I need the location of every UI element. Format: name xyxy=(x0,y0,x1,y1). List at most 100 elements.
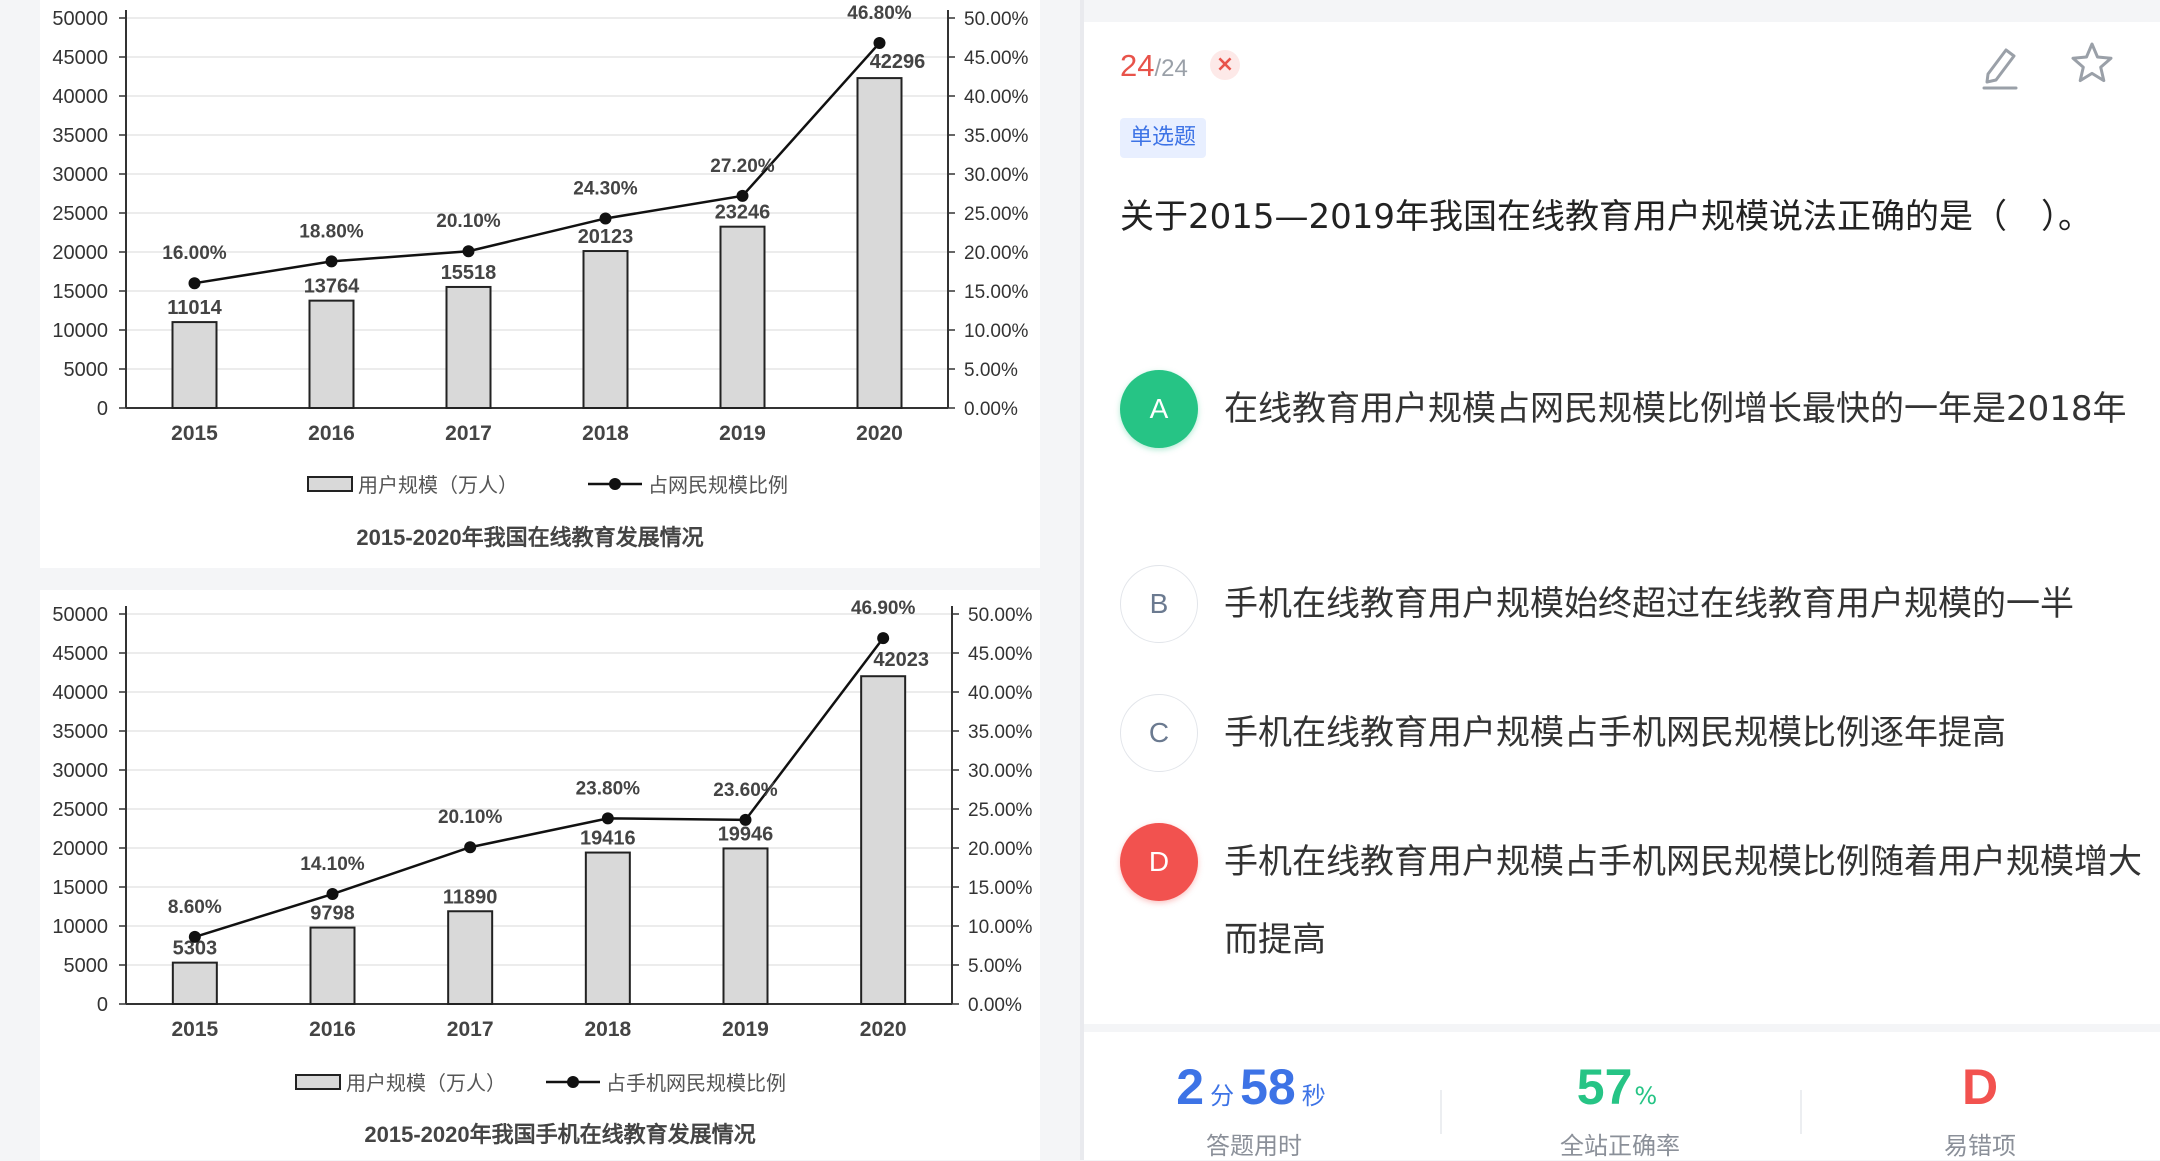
option-a[interactable]: A 在线教育用户规模占网民规模比例增长最快的一年是2018年 xyxy=(1120,370,2140,526)
top-gap xyxy=(1084,0,2160,22)
line-point xyxy=(464,841,477,854)
stat-accuracy-unit: % xyxy=(1634,1082,1658,1110)
right-axis-tick-label: 20.00% xyxy=(964,243,1029,264)
right-axis-tick-label: 0.00% xyxy=(968,995,1022,1016)
option-a-text: 在线教育用户规模占网民规模比例增长最快的一年是2018年 xyxy=(1224,389,2127,429)
option-b-badge: B xyxy=(1120,565,1198,643)
x-axis-tick-label: 2019 xyxy=(719,422,766,445)
line-value-label: 46.90% xyxy=(851,598,916,619)
question-panel: 24/24 × 单选题 关于2015—2019年我国在线教育用户规模说法正确的是… xyxy=(1084,0,2160,1160)
left-axis-tick-label: 35000 xyxy=(52,721,108,743)
right-axis-tick-label: 5.00% xyxy=(968,956,1022,977)
x-axis-tick-label: 2015 xyxy=(171,1018,218,1041)
bar-value-label: 11890 xyxy=(443,886,498,908)
bar xyxy=(309,926,356,1005)
left-panel: 50000 50.00% 45000 45.00% 40000 40.00% 35000 35… xyxy=(0,0,1080,1160)
right-axis-tick-label: 10.00% xyxy=(968,917,1033,938)
left-axis-tick-label: 20000 xyxy=(52,242,108,264)
right-axis-tick-label: 35.00% xyxy=(968,722,1033,743)
bar xyxy=(722,847,769,1005)
edit-icon[interactable] xyxy=(1976,38,2024,92)
line-value-label: 23.60% xyxy=(713,780,778,801)
line-point xyxy=(188,930,201,943)
right-axis-tick-label: 30.00% xyxy=(964,165,1029,186)
left-axis-tick-label: 45000 xyxy=(52,47,108,69)
line-point xyxy=(325,255,338,268)
right-axis-tick-label: 50.00% xyxy=(968,605,1033,626)
option-d[interactable]: D 手机在线教育用户规模占手机网民规模比例随着用户规模增大而提高 xyxy=(1120,823,2142,979)
legend-line-label: 占网民规模比例 xyxy=(648,474,788,497)
star-icon[interactable] xyxy=(2068,40,2116,88)
right-axis-tick-label: 50.00% xyxy=(964,9,1029,30)
line-point xyxy=(873,36,886,49)
option-c[interactable]: C 手机在线教育用户规模占手机网民规模比例逐年提高 xyxy=(1120,694,2140,772)
x-axis-tick-label: 2018 xyxy=(582,422,629,445)
left-axis-tick-label: 30000 xyxy=(52,164,108,186)
bar xyxy=(447,910,494,1005)
stat-time-min: 2 xyxy=(1176,1059,1205,1115)
line-point xyxy=(599,212,612,225)
line-point xyxy=(877,632,890,645)
option-c-text: 手机在线教育用户规模占手机网民规模比例逐年提高 xyxy=(1224,713,2006,753)
line-series xyxy=(194,637,885,939)
question-current: 24 xyxy=(1120,48,1155,83)
bar xyxy=(719,225,766,409)
x-axis-tick-label: 2020 xyxy=(860,1018,907,1041)
left-axis-tick-label: 50000 xyxy=(52,8,108,30)
right-axis-tick-label: 15.00% xyxy=(968,878,1033,899)
bar xyxy=(584,851,631,1005)
left-axis-tick-label: 30000 xyxy=(52,760,108,782)
option-d-text: 手机在线教育用户规模占手机网民规模比例随着用户规模增大而提高 xyxy=(1224,842,2142,960)
right-axis-tick-label: 40.00% xyxy=(968,683,1033,704)
left-axis-tick-label: 50000 xyxy=(52,604,108,626)
question-total: /24 xyxy=(1154,55,1188,82)
stat-accuracy-label: 全站正确率 xyxy=(1560,1132,1680,1160)
line-value-label: 24.30% xyxy=(573,178,638,199)
right-axis-tick-label: 5.00% xyxy=(964,360,1018,381)
stat-time-sec: 58 xyxy=(1240,1059,1296,1115)
x-axis-tick-label: 2018 xyxy=(584,1018,631,1041)
left-axis-tick-label: 15000 xyxy=(52,877,108,899)
option-b[interactable]: B 手机在线教育用户规模始终超过在线教育用户规模的一半 xyxy=(1120,565,2140,643)
left-axis-tick-label: 40000 xyxy=(52,86,108,108)
right-axis-tick-label: 40.00% xyxy=(964,87,1029,108)
wrong-answer-icon: × xyxy=(1210,50,1240,80)
stats-divider xyxy=(1440,1090,1442,1134)
bar-value-label: 19416 xyxy=(580,828,636,850)
stat-time-sec-unit: 秒 xyxy=(1301,1082,1326,1110)
bar xyxy=(308,299,355,410)
legend-bar-label: 用户规模（万人） xyxy=(358,474,518,497)
legend-bar-swatch xyxy=(307,476,353,492)
x-axis-tick-label: 2019 xyxy=(722,1018,769,1041)
stats-divider xyxy=(1800,1090,1802,1134)
line-value-label: 20.10% xyxy=(438,807,503,828)
right-axis-tick-label: 45.00% xyxy=(964,48,1029,69)
bar xyxy=(171,961,218,1005)
line-point xyxy=(736,189,749,202)
left-axis-tick-label: 45000 xyxy=(52,643,108,665)
left-axis-tick-label: 5000 xyxy=(64,359,109,381)
legend-line-label: 占手机网民规模比例 xyxy=(606,1072,786,1095)
x-axis-tick-label: 2016 xyxy=(308,422,355,445)
right-axis-tick-label: 30.00% xyxy=(968,761,1033,782)
bar-value-label: 11014 xyxy=(167,297,222,319)
left-axis-tick-label: 15000 xyxy=(52,281,108,303)
left-axis-tick-label: 40000 xyxy=(52,682,108,704)
line-point xyxy=(601,812,614,825)
stat-error-option-label: 易错项 xyxy=(1944,1132,2016,1160)
bar xyxy=(856,77,903,410)
line-series xyxy=(194,42,881,285)
stat-error-option-value: D xyxy=(1961,1059,1999,1115)
line-value-label: 14.10% xyxy=(300,854,365,875)
left-axis-tick-label: 0 xyxy=(97,994,108,1016)
right-axis-tick-label: 20.00% xyxy=(968,839,1033,860)
chart-title: 2015-2020年我国在线教育发展情况 xyxy=(356,525,703,550)
line-value-label: 18.80% xyxy=(299,221,364,242)
stat-accuracy-value: 57 xyxy=(1576,1059,1633,1115)
left-axis-tick-label: 25000 xyxy=(52,799,108,821)
bar-value-label: 19946 xyxy=(718,823,774,845)
left-axis-tick-label: 5000 xyxy=(64,955,109,977)
bar-value-label: 42296 xyxy=(870,51,926,73)
stat-error-option: D 易错项 xyxy=(1860,1058,2100,1161)
left-axis-tick-label: 10000 xyxy=(52,320,108,342)
